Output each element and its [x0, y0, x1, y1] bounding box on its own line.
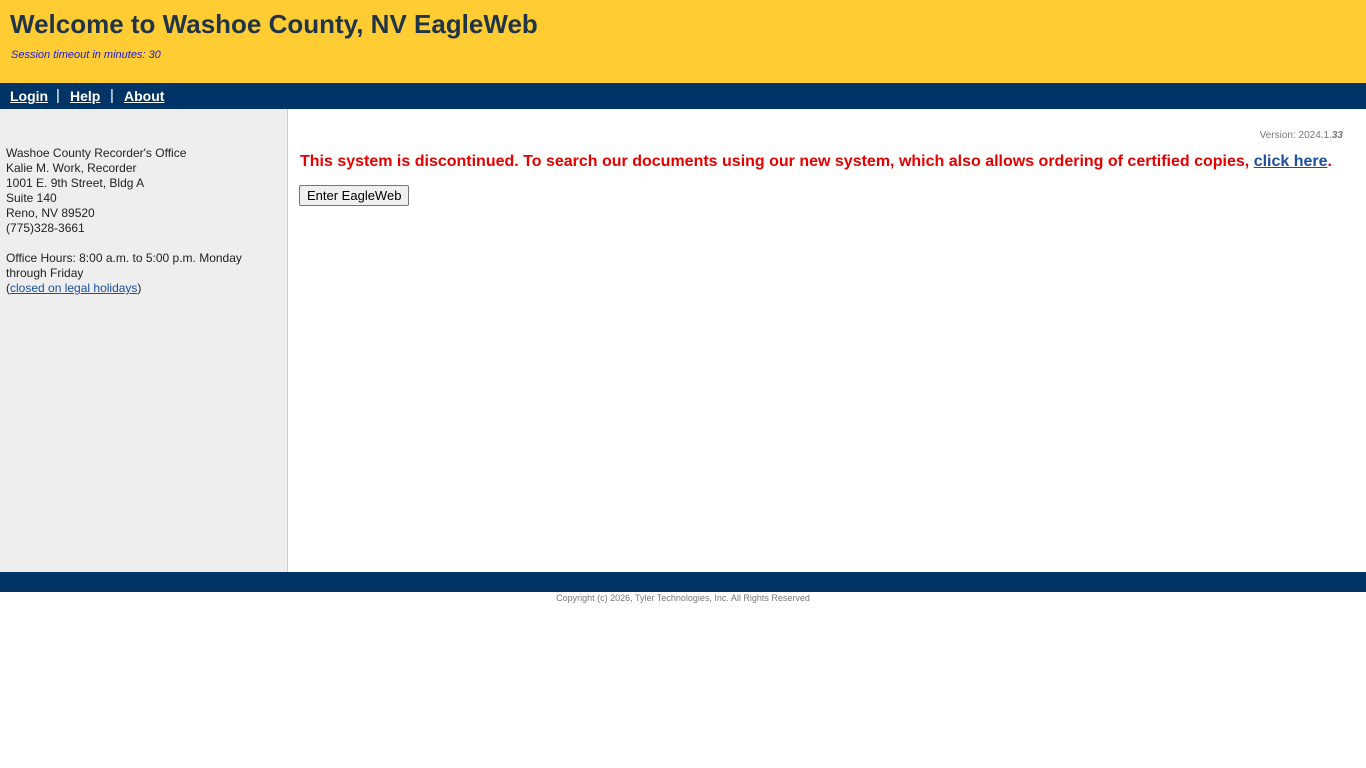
recorder-name: Kalie M. Work, Recorder: [6, 161, 137, 175]
discontinued-notice: This system is discontinued. To search o…: [300, 153, 1332, 171]
page-title: Welcome to Washoe County, NV EagleWeb: [10, 9, 538, 39]
sidebar: Washoe County Recorder's Office Kalie M.…: [0, 109, 288, 572]
version-prefix: Version: 2024.1.: [1259, 130, 1332, 141]
version-text: Version: 2024.1.33: [1260, 130, 1343, 141]
notice-text: This system is discontinued. To search o…: [300, 153, 1254, 170]
office-name: Washoe County Recorder's Office: [6, 146, 187, 160]
holidays-line: (closed on legal holidays): [6, 281, 276, 296]
version-build: 33: [1331, 130, 1343, 141]
nav-separator: |: [110, 87, 114, 104]
copyright-text: Copyright (c) 2026, Tyler Technologies, …: [556, 593, 810, 603]
legal-holidays-link[interactable]: closed on legal holidays: [10, 281, 137, 295]
address-line-2: Suite 140: [6, 191, 57, 205]
enter-eagleweb-button[interactable]: Enter EagleWeb: [299, 185, 410, 206]
office-info: Washoe County Recorder's Office Kalie M.…: [6, 146, 276, 296]
click-here-link[interactable]: click here: [1254, 153, 1328, 170]
notice-period: .: [1327, 153, 1332, 170]
nav-bar: Login | Help | About: [0, 83, 1366, 109]
nav-separator: |: [56, 87, 60, 104]
header: Welcome to Washoe County, NV EagleWeb Se…: [0, 0, 1366, 83]
nav-help-link[interactable]: Help: [70, 88, 100, 104]
nav-login-link[interactable]: Login: [10, 88, 48, 104]
session-timeout-text: Session timeout in minutes: 30: [11, 49, 161, 61]
main-content: Version: 2024.1.33 This system is discon…: [288, 109, 1366, 572]
city-line: Reno, NV 89520: [6, 206, 95, 220]
nav-about-link[interactable]: About: [124, 88, 164, 104]
address-line-1: 1001 E. 9th Street, Bldg A: [6, 176, 145, 190]
paren-close: ): [137, 281, 142, 295]
office-hours: Office Hours: 8:00 a.m. to 5:00 p.m. Mon…: [6, 251, 242, 280]
phone-number: (775)328-3661: [6, 221, 85, 235]
footer-bar: [0, 572, 1366, 592]
